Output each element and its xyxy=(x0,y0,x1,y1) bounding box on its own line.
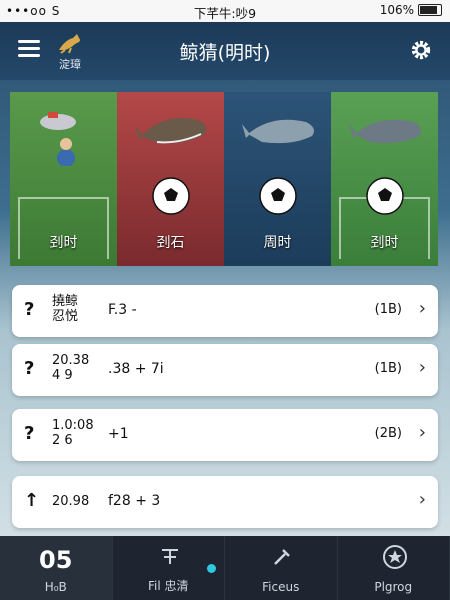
battery-icon xyxy=(418,4,442,16)
row-name: 鲸 xyxy=(65,294,79,309)
category-card-1[interactable]: 刭时 xyxy=(10,92,117,266)
row-title: 20.98 xyxy=(52,494,90,509)
tool-icon xyxy=(274,549,290,565)
chevron-right-icon: › xyxy=(418,489,426,510)
category-card-2[interactable]: 刭石 xyxy=(117,92,224,266)
row-title: 撓鲸 忍悦 xyxy=(52,294,78,324)
bottom-nav: 05 H₀B Fil 忠清 Fiᴄeus Plgrog xyxy=(0,536,450,600)
soccer-ball-icon xyxy=(259,177,297,215)
tab-label: H₀B xyxy=(44,580,67,594)
tab-label: Fil 忠清 xyxy=(147,579,189,593)
row-count: (2B) xyxy=(374,426,402,441)
up-arrow-icon: ↑ xyxy=(24,490,40,511)
row-value: +1 xyxy=(108,426,129,442)
category-cards: 刭时 刭石 周时 刭时 xyxy=(10,92,438,266)
chevron-right-icon: › xyxy=(418,422,426,443)
whale-icon xyxy=(135,118,206,144)
gear-icon[interactable] xyxy=(410,39,432,61)
tab-label: Fiᴄeus xyxy=(262,580,300,594)
category-label: 周时 xyxy=(263,235,292,251)
row-title: 20.38 4 9 xyxy=(52,353,89,383)
soccer-ball-icon xyxy=(152,177,190,215)
row-count: (1B) xyxy=(374,361,402,376)
list-item[interactable]: ↑ 20.98 f28 + 3 › xyxy=(12,476,438,528)
category-card-4[interactable]: 刭时 xyxy=(331,92,438,266)
list-item[interactable]: ? 撓鲸 忍悦 F.3 - (1B) › xyxy=(12,285,438,337)
tab-label: Plgrog xyxy=(374,580,413,594)
notification-dot xyxy=(207,564,216,573)
row-value: .38 + 7i xyxy=(108,361,164,377)
list-item[interactable]: ? 1.0:08 2 6 +1 (2B) › xyxy=(12,409,438,461)
row-line2: 2 6 xyxy=(52,433,73,448)
chevron-right-icon: › xyxy=(418,298,426,319)
question-icon: ? xyxy=(24,358,35,379)
whale-icon xyxy=(242,119,314,144)
soccer-ball-icon xyxy=(366,177,404,215)
category-card-3[interactable]: 周时 xyxy=(224,92,331,266)
row-line2: 4 9 xyxy=(52,368,73,383)
filter-icon xyxy=(161,549,178,564)
tab-focus[interactable]: Fiᴄeus xyxy=(225,536,338,600)
category-label: 刭时 xyxy=(370,235,399,251)
whale-icon xyxy=(349,119,421,144)
row-title: 1.0:08 2 6 xyxy=(52,418,94,448)
battery-percent: 106% xyxy=(379,3,414,17)
tab-number: 05 xyxy=(39,546,73,574)
star-badge-icon xyxy=(382,545,407,569)
row-value: F.3 - xyxy=(108,302,137,318)
app-header: 淀璋 鲸猜(明时) xyxy=(0,22,450,80)
chevron-right-icon: › xyxy=(418,357,426,378)
tab-filter[interactable]: Fil 忠清 xyxy=(113,536,225,600)
question-icon: ? xyxy=(24,299,35,320)
category-label: 刭时 xyxy=(49,235,78,251)
status-bar: •••oo S 下芊牛:吵9 106% xyxy=(0,0,450,22)
question-icon: ? xyxy=(24,423,35,444)
player-icon xyxy=(40,112,76,166)
row-line2: 忍悦 xyxy=(52,309,79,324)
row-line1: 撓 xyxy=(52,294,66,309)
row-value: f28 + 3 xyxy=(108,493,161,509)
page-title: 鲸猜(明时) xyxy=(179,42,271,64)
battery-area: 106% xyxy=(380,3,442,17)
row-count: (1B) xyxy=(374,302,402,317)
category-label: 刭石 xyxy=(156,235,185,251)
tab-hub[interactable]: 05 H₀B xyxy=(0,536,113,600)
list-item[interactable]: ? 20.38 4 9 .38 + 7i (1B) › xyxy=(12,344,438,396)
row-line1: 20.38 xyxy=(52,353,90,368)
row-line1: 1.0:08 xyxy=(52,418,94,433)
tab-program[interactable]: Plgrog xyxy=(338,536,450,600)
